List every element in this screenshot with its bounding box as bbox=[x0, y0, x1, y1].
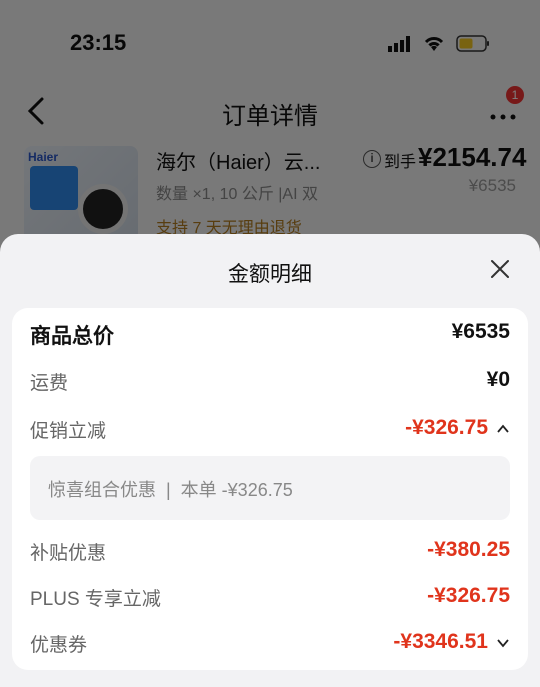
chevron-up-icon[interactable] bbox=[496, 422, 510, 436]
row-coupon[interactable]: 优惠券 -¥3346.51 bbox=[30, 630, 510, 660]
subsidy-label: 补贴优惠 bbox=[30, 543, 107, 564]
row-total-price: 商品总价 ¥6535 bbox=[30, 320, 510, 350]
amount-detail-sheet: 金额明细 商品总价 ¥6535 运费 ¥0 促销立减 -¥326.75 惊喜组合… bbox=[0, 234, 540, 687]
row-promo[interactable]: 促销立减 -¥326.75 bbox=[30, 416, 510, 446]
chevron-down-icon[interactable] bbox=[496, 636, 510, 650]
promo-value: -¥326.75 bbox=[405, 416, 488, 439]
subsidy-value: -¥380.25 bbox=[427, 538, 510, 561]
coupon-label: 优惠券 bbox=[30, 635, 88, 656]
promo-label: 促销立减 bbox=[30, 421, 107, 442]
total-price-value: ¥6535 bbox=[451, 320, 510, 343]
coupon-value: -¥3346.51 bbox=[393, 630, 488, 653]
plus-value: -¥326.75 bbox=[427, 584, 510, 607]
row-plus: PLUS 专享立减 -¥326.75 bbox=[30, 584, 510, 614]
shipping-value: ¥0 bbox=[486, 368, 510, 391]
close-icon[interactable] bbox=[487, 256, 513, 282]
total-price-label: 商品总价 bbox=[30, 325, 114, 348]
row-subsidy: 补贴优惠 -¥380.25 bbox=[30, 538, 510, 568]
row-shipping: 运费 ¥0 bbox=[30, 368, 510, 398]
promo-detail-box: 惊喜组合优惠 | 本单 -¥326.75 bbox=[30, 456, 510, 520]
shipping-label: 运费 bbox=[30, 373, 69, 394]
promo-detail-text: 惊喜组合优惠 | 本单 -¥326.75 bbox=[48, 480, 293, 500]
sheet-title: 金额明细 bbox=[228, 263, 312, 286]
amount-card: 商品总价 ¥6535 运费 ¥0 促销立减 -¥326.75 惊喜组合优惠 | … bbox=[12, 308, 528, 670]
plus-label: PLUS 专享立减 bbox=[30, 589, 161, 610]
